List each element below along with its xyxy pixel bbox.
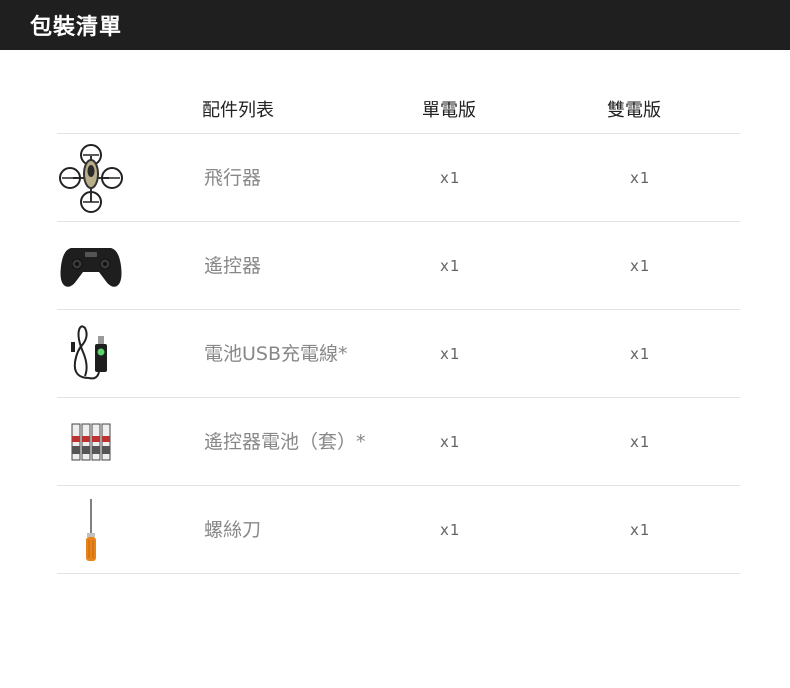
item-name: 螺絲刀	[204, 519, 262, 541]
column-header-single-battery: 單電版	[422, 100, 476, 121]
item-name: 遙控器	[204, 255, 262, 277]
column-header-item: 配件列表	[202, 100, 274, 121]
gamepad-controller-icon	[57, 228, 125, 304]
table-row: 螺絲刀 x1 x1	[57, 486, 740, 574]
table-row: 遙控器電池（套）* x1 x1	[57, 398, 740, 486]
single-quantity: x1	[440, 169, 461, 187]
item-name: 電池USB充電線*	[204, 343, 348, 365]
single-quantity: x1	[440, 433, 461, 451]
screwdriver-icon	[57, 492, 125, 568]
drone-icon	[57, 140, 125, 216]
double-quantity: x1	[630, 169, 651, 187]
single-quantity: x1	[440, 521, 461, 539]
double-quantity: x1	[630, 257, 651, 275]
single-quantity: x1	[440, 345, 461, 363]
table-row: 電池USB充電線* x1 x1	[57, 310, 740, 398]
column-header-double-battery: 雙電版	[607, 100, 661, 121]
item-name: 飛行器	[204, 167, 262, 189]
table-row: 飛行器 x1 x1	[57, 134, 740, 222]
page-title: 包裝清單	[30, 15, 123, 40]
packing-list-table: 配件列表 單電版 雙電版 飛行器 x1 x1 遙控器 x1 x1 電池USB充電…	[57, 86, 740, 574]
table-row: 遙控器 x1 x1	[57, 222, 740, 310]
double-quantity: x1	[630, 521, 651, 539]
single-quantity: x1	[440, 257, 461, 275]
page-header: 包裝清單	[0, 0, 790, 50]
double-quantity: x1	[630, 345, 651, 363]
double-quantity: x1	[630, 433, 651, 451]
table-header: 配件列表 單電版 雙電版	[57, 86, 740, 134]
item-name: 遙控器電池（套）*	[204, 431, 366, 453]
aaa-batteries-icon	[57, 404, 125, 480]
usb-charging-cable-icon	[57, 316, 125, 392]
